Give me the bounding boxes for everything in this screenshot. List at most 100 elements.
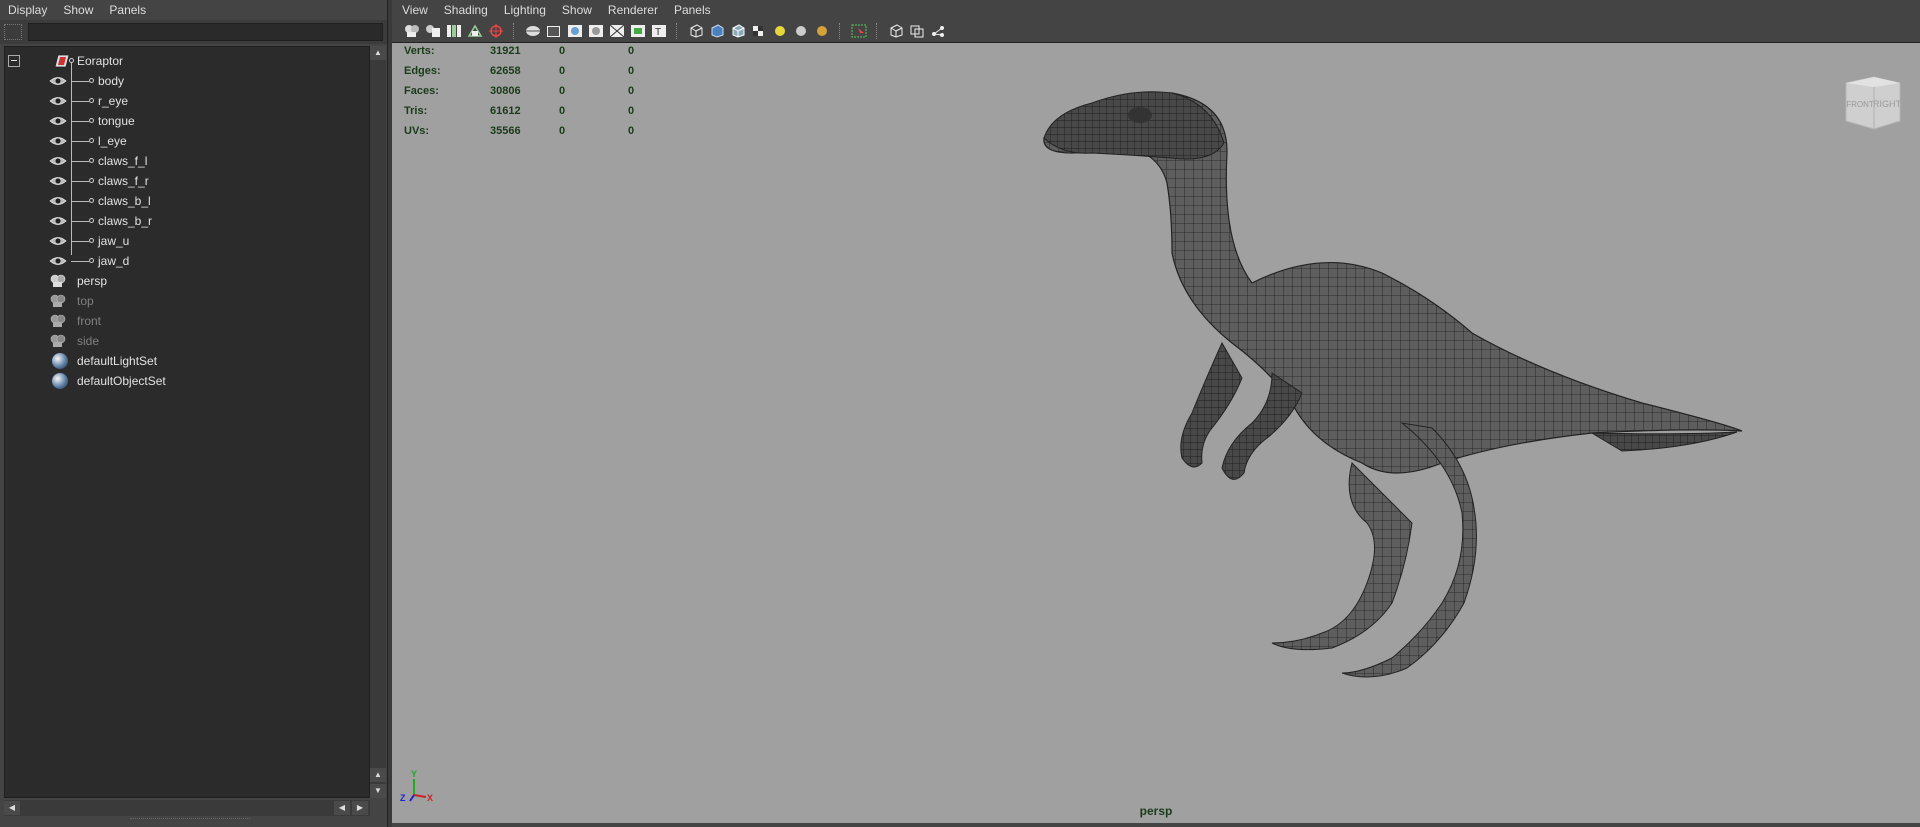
tree-row-top[interactable]: top — [5, 291, 369, 311]
tree-row-default-light-set[interactable]: defaultLightSet — [5, 351, 369, 371]
mesh-icon — [49, 157, 67, 165]
tree-row-persp[interactable]: persp — [5, 271, 369, 291]
tree-row-default-object-set[interactable]: defaultObjectSet — [5, 371, 369, 391]
node-dot — [89, 98, 94, 103]
smooth-shade-icon[interactable] — [707, 22, 726, 40]
scroll-right-button[interactable]: ▶ — [352, 801, 368, 815]
bookmarks-icon[interactable] — [444, 22, 463, 40]
hud-value: 0 — [628, 65, 635, 77]
viewcube-front-face[interactable]: FRONT — [1846, 100, 1874, 109]
outliner-search-input[interactable] — [28, 23, 383, 41]
mesh-icon — [49, 197, 67, 205]
image-plane-icon[interactable] — [465, 22, 484, 40]
viewcube[interactable]: FRONT RIGHT — [1840, 73, 1906, 137]
resolution-gate-icon[interactable] — [565, 22, 584, 40]
tree-item-label: persp — [77, 274, 108, 288]
filter-icon[interactable] — [4, 24, 22, 40]
hud-value: 30806 — [490, 85, 521, 97]
viewport-panel: View Shading Lighting Show Renderer Pane… — [392, 0, 1920, 827]
menu-view[interactable]: View — [394, 0, 436, 20]
field-chart-icon[interactable] — [607, 22, 626, 40]
tree-item-label: defaultLightSet — [77, 354, 158, 368]
film-gate-icon[interactable] — [544, 22, 563, 40]
xray-components-icon[interactable] — [928, 22, 947, 40]
tree-row-claws-b-r[interactable]: claws_b_r — [5, 211, 369, 231]
node-dot — [89, 238, 94, 243]
tree-row-body[interactable]: body — [5, 71, 369, 91]
hud-value: 0 — [559, 45, 566, 57]
mesh-icon — [49, 177, 67, 185]
scroll-left-button[interactable]: ◀ — [4, 801, 20, 815]
scroll-down-button[interactable]: ▼ — [370, 784, 386, 798]
tree-row-tongue[interactable]: tongue — [5, 111, 369, 131]
tree-item-label: Eoraptor — [77, 54, 124, 68]
shadows-icon[interactable] — [812, 22, 831, 40]
svg-text:T: T — [655, 27, 661, 38]
tree-item-label: side — [77, 334, 100, 348]
dinosaur-mesh[interactable] — [392, 43, 1920, 823]
tree-row-claws-f-r[interactable]: claws_f_r — [5, 171, 369, 191]
tree-row-front[interactable]: front — [5, 311, 369, 331]
tree-row-claws-b-l[interactable]: claws_b_l — [5, 191, 369, 211]
menu-display[interactable]: Display — [0, 0, 55, 20]
select-camera-icon[interactable] — [402, 22, 421, 40]
tree-row-claws-f-l[interactable]: claws_f_l — [5, 151, 369, 171]
tree-item-label: top — [77, 294, 94, 308]
safe-title-icon[interactable]: T — [649, 22, 668, 40]
all-lights-icon[interactable] — [791, 22, 810, 40]
tree-row-r-eye[interactable]: r_eye — [5, 91, 369, 111]
camera-tools-icon[interactable] — [486, 22, 505, 40]
node-dot — [69, 58, 74, 63]
node-dot — [89, 138, 94, 143]
tree-connector-line — [71, 181, 89, 182]
collapse-toggle[interactable] — [8, 55, 20, 67]
hud-label: Tris: — [404, 105, 428, 117]
default-lighting-icon[interactable] — [770, 22, 789, 40]
viewcube-right-face[interactable]: RIGHT — [1873, 99, 1902, 109]
menu-show[interactable]: Show — [554, 0, 600, 20]
back-left-leg-region — [1271, 462, 1413, 651]
gate-mask-icon[interactable] — [586, 22, 605, 40]
outliner-horizontal-scrollbar[interactable]: ◀ ◀ ▶ — [4, 800, 370, 816]
xray-icon[interactable] — [886, 22, 905, 40]
menu-shading[interactable]: Shading — [436, 0, 496, 20]
tree-row-jaw-u[interactable]: jaw_u — [5, 231, 369, 251]
outliner-vertical-scrollbar[interactable]: ▲ ▲ ▼ — [370, 46, 386, 798]
grid-icon[interactable] — [523, 22, 542, 40]
mesh-icon — [49, 237, 67, 245]
xray-joints-icon[interactable] — [907, 22, 926, 40]
tree-item-label: body — [98, 74, 125, 88]
node-dot — [89, 218, 94, 223]
mesh-icon — [49, 77, 67, 85]
textured-icon[interactable] — [749, 22, 768, 40]
outliner-panel: Display Show Panels Eoraptor body r_eye … — [0, 0, 388, 827]
tree-row-side[interactable]: side — [5, 331, 369, 351]
hud-value: 0 — [559, 85, 566, 97]
menu-panels[interactable]: Panels — [666, 0, 719, 20]
menu-panels[interactable]: Panels — [101, 0, 154, 20]
isolate-select-icon[interactable] — [849, 22, 868, 40]
scroll-left-button[interactable]: ◀ — [334, 801, 350, 815]
node-dot — [89, 178, 94, 183]
wireframe-on-shaded-icon[interactable] — [728, 22, 747, 40]
menu-show[interactable]: Show — [55, 0, 101, 20]
axis-gizmo: Y Z X — [400, 769, 433, 803]
hud-row-verts: Verts: 31921 0 0 — [404, 45, 704, 65]
menu-renderer[interactable]: Renderer — [600, 0, 666, 20]
scroll-up-button[interactable]: ▲ — [370, 46, 386, 60]
safe-action-icon[interactable] — [628, 22, 647, 40]
wireframe-icon[interactable] — [686, 22, 705, 40]
panel-resize-grip[interactable] — [130, 818, 250, 824]
tree-row-l-eye[interactable]: l_eye — [5, 131, 369, 151]
tree-row-jaw-d[interactable]: jaw_d — [5, 251, 369, 271]
3d-viewport[interactable]: Verts: 31921 0 0 Edges: 62658 0 0 Faces:… — [392, 42, 1920, 823]
outliner-search-bar — [0, 20, 387, 44]
camera-attributes-icon[interactable] — [423, 22, 442, 40]
hud-value: 31921 — [490, 45, 521, 57]
scroll-up-button[interactable]: ▲ — [370, 768, 386, 782]
hud-value: 0 — [559, 125, 566, 137]
node-dot — [89, 78, 94, 83]
tree-row-eoraptor[interactable]: Eoraptor — [5, 51, 369, 71]
tree-item-label: claws_f_l — [98, 154, 148, 168]
menu-lighting[interactable]: Lighting — [496, 0, 554, 20]
